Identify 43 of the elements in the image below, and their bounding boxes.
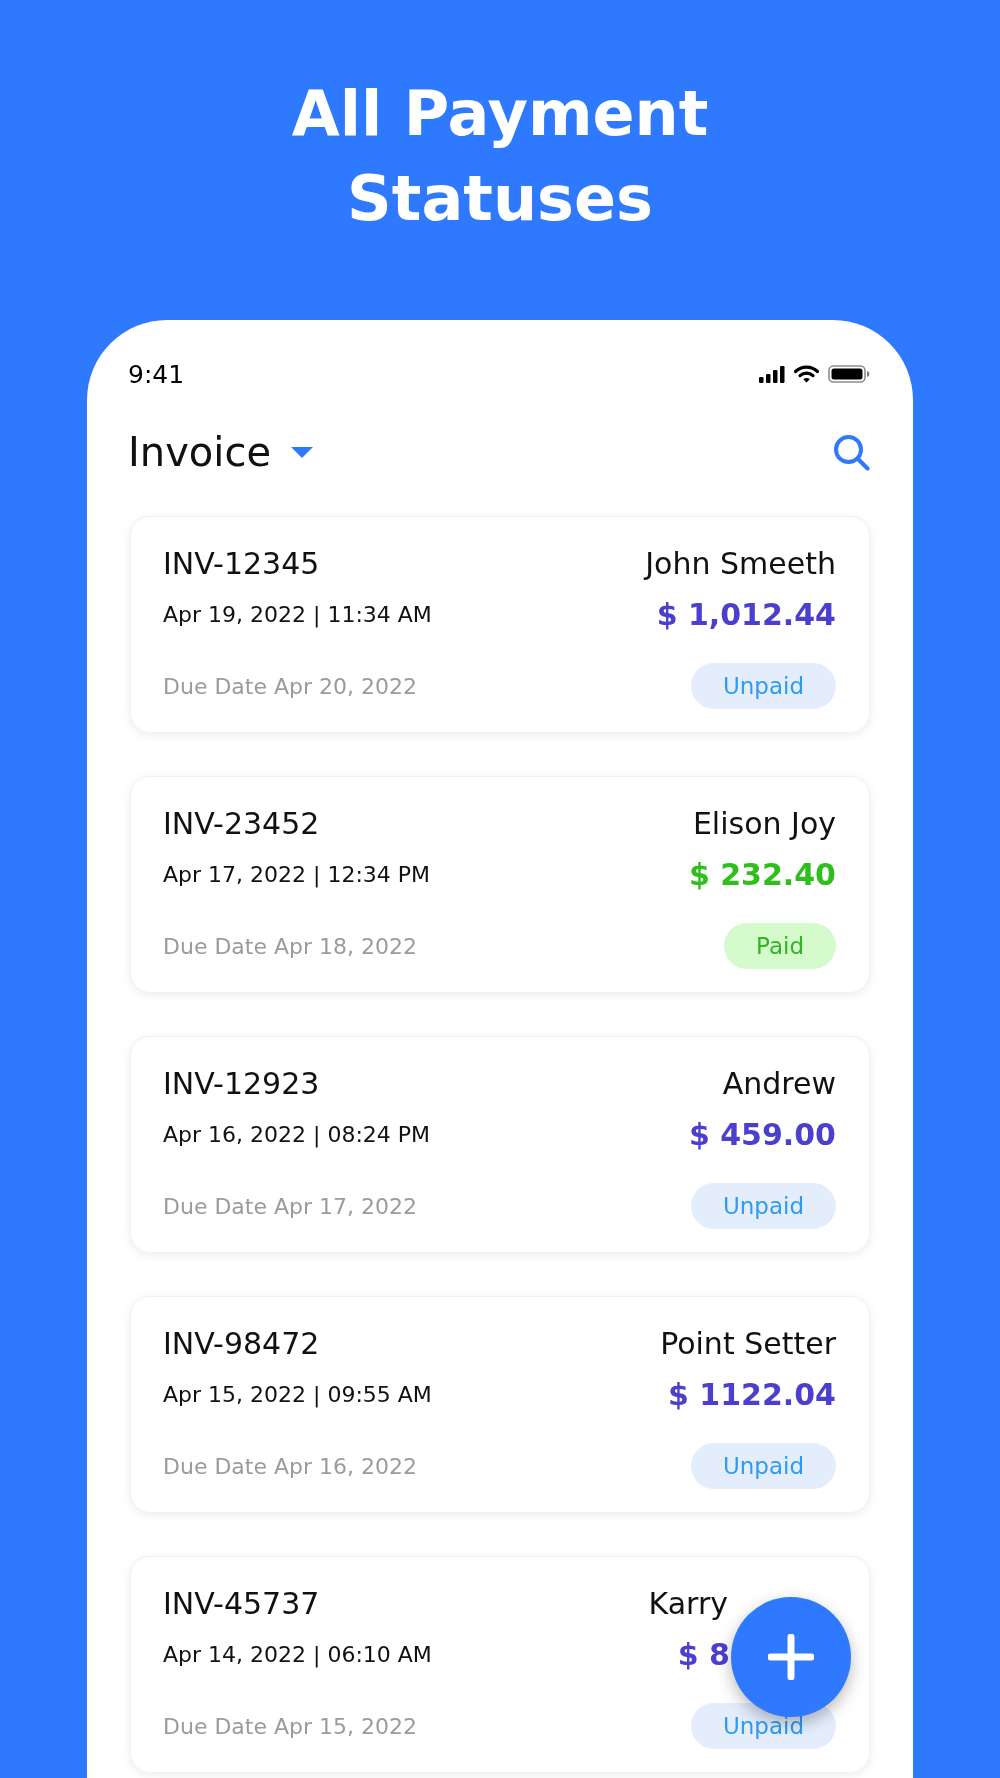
due-date: Due Date Apr 18, 2022 [163, 933, 418, 959]
invoice-date: Apr 17, 2022 | 12:34 PM [163, 861, 432, 887]
invoice-card[interactable]: INV-12345 John Smeeth Apr 19, 2022 | 11:34 AM $ 1,012.44 Due Date Apr 20, 2022 Unpaid [130, 516, 870, 733]
invoice-number: INV-12345 [163, 545, 321, 581]
invoice-amount: $ 1,012.44 [656, 596, 836, 632]
customer-name: Point Setter [660, 1325, 836, 1361]
invoice-card[interactable]: INV-98472 Point Setter Apr 15, 2022 | 09:55 AM $ 1122.04 Due Date Apr 16, 2022 Unpaid [130, 1296, 870, 1513]
invoice-amount: $ 8 [677, 1636, 730, 1672]
due-date: Due Date Apr 17, 2022 [163, 1193, 418, 1219]
invoice-card[interactable]: INV-23452 Elison Joy Apr 17, 2022 | 12:34 PM $ 232.40 Due Date Apr 18, 2022 Paid [130, 776, 870, 993]
invoice-card[interactable]: INV-45737 Karry Apr 14, 2022 | 06:10 AM $ 8 Due Date Apr 15, 2022 Unpaid [130, 1556, 870, 1773]
status-badge: Unpaid [690, 1443, 836, 1489]
invoice-amount: $ 232.40 [688, 856, 836, 892]
invoice-dropdown[interactable]: Invoice [128, 429, 313, 475]
customer-name: John Smeeth [645, 545, 836, 581]
caret-icon [291, 446, 313, 458]
headline: All Payment Statuses [290, 76, 710, 237]
customer-name: Andrew [722, 1065, 836, 1101]
wifi-icon [794, 365, 819, 383]
invoice-number: INV-12923 [163, 1065, 321, 1101]
invoice-number: INV-23452 [163, 805, 321, 841]
search-icon[interactable] [833, 433, 870, 471]
status-time: 9:41 [128, 359, 185, 389]
status-badge: Unpaid [690, 1183, 836, 1229]
due-date: Due Date Apr 20, 2022 [163, 673, 418, 699]
invoice-card[interactable]: INV-12923 Andrew Apr 16, 2022 | 08:24 PM $ 459.00 Due Date Apr 17, 2022 Unpaid [130, 1036, 870, 1253]
invoice-date: Apr 16, 2022 | 08:24 PM [163, 1121, 432, 1147]
invoice-amount: $ 1122.04 [668, 1376, 836, 1412]
status-badge: Unpaid [690, 663, 836, 709]
plus-icon [768, 1634, 814, 1680]
invoice-date: Apr 14, 2022 | 06:10 AM [163, 1641, 433, 1667]
customer-name: Elison Joy [692, 805, 836, 841]
invoice-number: INV-98472 [163, 1325, 321, 1361]
invoice-date: Apr 19, 2022 | 11:34 AM [163, 601, 433, 627]
due-date: Due Date Apr 15, 2022 [163, 1713, 418, 1739]
battery-icon [828, 365, 870, 383]
invoice-amount: $ 459.00 [688, 1116, 836, 1152]
signal-icon [759, 365, 785, 383]
invoice-number: INV-45737 [163, 1585, 321, 1621]
invoice-date: Apr 15, 2022 | 09:55 AM [163, 1381, 433, 1407]
due-date: Due Date Apr 16, 2022 [163, 1453, 418, 1479]
customer-name: Karry [648, 1585, 728, 1621]
status-badge: Paid [724, 923, 836, 969]
